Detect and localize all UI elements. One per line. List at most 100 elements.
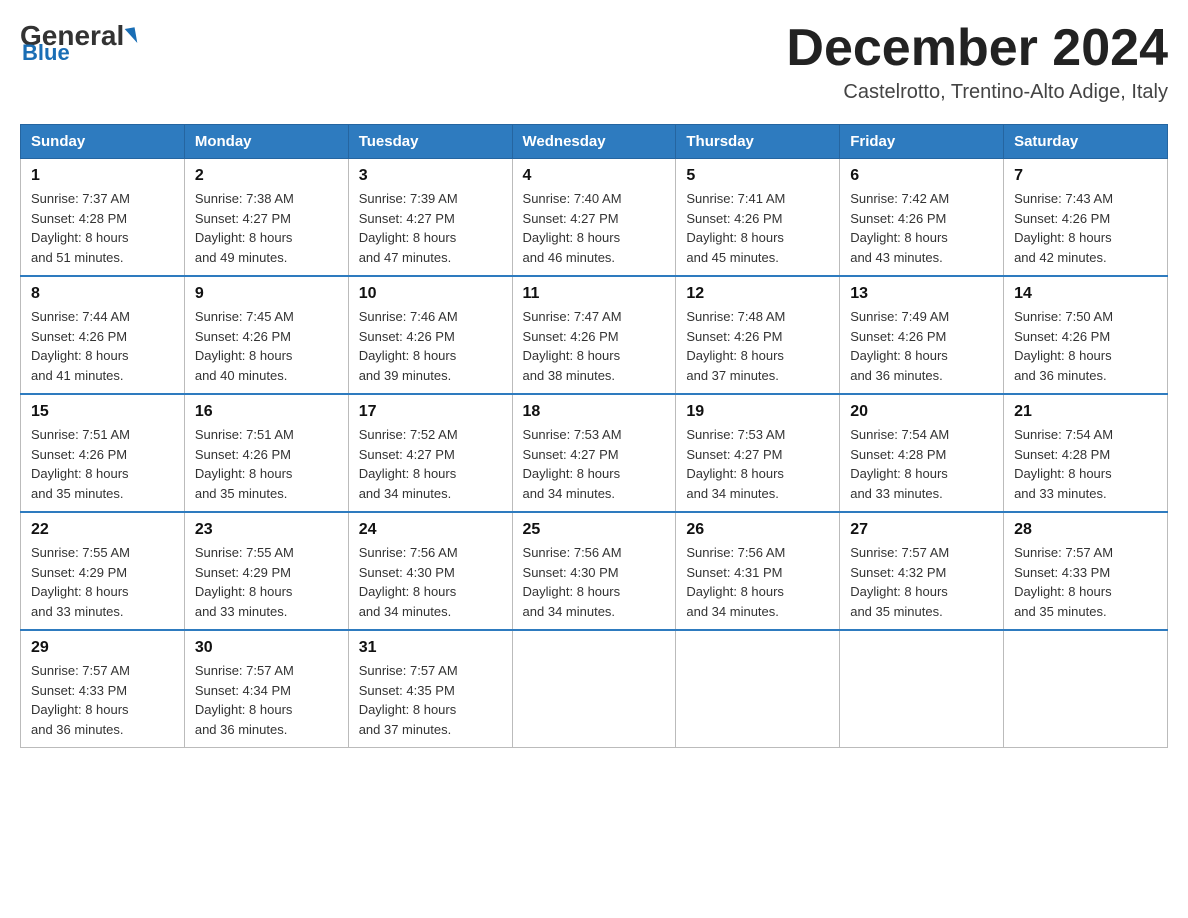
calendar-day-cell: 22 Sunrise: 7:55 AM Sunset: 4:29 PM Dayl… (21, 512, 185, 630)
page-header: General Blue December 2024 Castelrotto, … (20, 20, 1168, 104)
day-info: Sunrise: 7:55 AM Sunset: 4:29 PM Dayligh… (195, 543, 338, 621)
calendar-day-header: Tuesday (348, 125, 512, 159)
day-number: 28 (1014, 521, 1157, 539)
day-info: Sunrise: 7:37 AM Sunset: 4:28 PM Dayligh… (31, 189, 174, 267)
day-info: Sunrise: 7:51 AM Sunset: 4:26 PM Dayligh… (31, 425, 174, 503)
day-number: 10 (359, 285, 502, 303)
day-info: Sunrise: 7:41 AM Sunset: 4:26 PM Dayligh… (686, 189, 829, 267)
calendar-day-cell (1004, 630, 1168, 748)
calendar-day-cell: 31 Sunrise: 7:57 AM Sunset: 4:35 PM Dayl… (348, 630, 512, 748)
calendar-day-cell: 2 Sunrise: 7:38 AM Sunset: 4:27 PM Dayli… (184, 159, 348, 277)
day-info: Sunrise: 7:57 AM Sunset: 4:33 PM Dayligh… (31, 661, 174, 739)
calendar-day-cell: 24 Sunrise: 7:56 AM Sunset: 4:30 PM Dayl… (348, 512, 512, 630)
day-number: 3 (359, 167, 502, 185)
day-number: 22 (31, 521, 174, 539)
calendar-day-cell: 8 Sunrise: 7:44 AM Sunset: 4:26 PM Dayli… (21, 276, 185, 394)
logo-blue-text: Blue (22, 40, 70, 66)
day-number: 1 (31, 167, 174, 185)
day-number: 20 (850, 403, 993, 421)
day-number: 29 (31, 639, 174, 657)
calendar-day-cell: 4 Sunrise: 7:40 AM Sunset: 4:27 PM Dayli… (512, 159, 676, 277)
day-number: 8 (31, 285, 174, 303)
calendar-day-cell: 13 Sunrise: 7:49 AM Sunset: 4:26 PM Dayl… (840, 276, 1004, 394)
day-info: Sunrise: 7:50 AM Sunset: 4:26 PM Dayligh… (1014, 307, 1157, 385)
calendar-day-cell: 19 Sunrise: 7:53 AM Sunset: 4:27 PM Dayl… (676, 394, 840, 512)
day-number: 9 (195, 285, 338, 303)
day-info: Sunrise: 7:38 AM Sunset: 4:27 PM Dayligh… (195, 189, 338, 267)
day-number: 12 (686, 285, 829, 303)
day-number: 15 (31, 403, 174, 421)
calendar-day-cell: 21 Sunrise: 7:54 AM Sunset: 4:28 PM Dayl… (1004, 394, 1168, 512)
day-info: Sunrise: 7:43 AM Sunset: 4:26 PM Dayligh… (1014, 189, 1157, 267)
day-info: Sunrise: 7:53 AM Sunset: 4:27 PM Dayligh… (523, 425, 666, 503)
calendar-week-row: 1 Sunrise: 7:37 AM Sunset: 4:28 PM Dayli… (21, 159, 1168, 277)
calendar-header-row: SundayMondayTuesdayWednesdayThursdayFrid… (21, 125, 1168, 159)
day-info: Sunrise: 7:48 AM Sunset: 4:26 PM Dayligh… (686, 307, 829, 385)
calendar-day-cell: 11 Sunrise: 7:47 AM Sunset: 4:26 PM Dayl… (512, 276, 676, 394)
calendar-day-header: Monday (184, 125, 348, 159)
calendar-day-cell: 6 Sunrise: 7:42 AM Sunset: 4:26 PM Dayli… (840, 159, 1004, 277)
calendar-day-cell: 12 Sunrise: 7:48 AM Sunset: 4:26 PM Dayl… (676, 276, 840, 394)
day-number: 6 (850, 167, 993, 185)
calendar-day-cell: 17 Sunrise: 7:52 AM Sunset: 4:27 PM Dayl… (348, 394, 512, 512)
calendar-day-cell (840, 630, 1004, 748)
calendar-week-row: 8 Sunrise: 7:44 AM Sunset: 4:26 PM Dayli… (21, 276, 1168, 394)
day-info: Sunrise: 7:54 AM Sunset: 4:28 PM Dayligh… (1014, 425, 1157, 503)
day-number: 21 (1014, 403, 1157, 421)
day-info: Sunrise: 7:55 AM Sunset: 4:29 PM Dayligh… (31, 543, 174, 621)
day-number: 4 (523, 167, 666, 185)
logo: General Blue (20, 20, 136, 66)
day-number: 31 (359, 639, 502, 657)
calendar-day-cell: 9 Sunrise: 7:45 AM Sunset: 4:26 PM Dayli… (184, 276, 348, 394)
day-info: Sunrise: 7:54 AM Sunset: 4:28 PM Dayligh… (850, 425, 993, 503)
day-number: 14 (1014, 285, 1157, 303)
day-info: Sunrise: 7:53 AM Sunset: 4:27 PM Dayligh… (686, 425, 829, 503)
day-info: Sunrise: 7:40 AM Sunset: 4:27 PM Dayligh… (523, 189, 666, 267)
calendar-day-cell: 25 Sunrise: 7:56 AM Sunset: 4:30 PM Dayl… (512, 512, 676, 630)
calendar-day-header: Wednesday (512, 125, 676, 159)
calendar-day-header: Sunday (21, 125, 185, 159)
day-number: 13 (850, 285, 993, 303)
calendar-week-row: 29 Sunrise: 7:57 AM Sunset: 4:33 PM Dayl… (21, 630, 1168, 748)
day-number: 18 (523, 403, 666, 421)
calendar-table: SundayMondayTuesdayWednesdayThursdayFrid… (20, 124, 1168, 748)
calendar-day-cell: 14 Sunrise: 7:50 AM Sunset: 4:26 PM Dayl… (1004, 276, 1168, 394)
day-number: 25 (523, 521, 666, 539)
location-text: Castelrotto, Trentino-Alto Adige, Italy (786, 81, 1168, 104)
day-info: Sunrise: 7:56 AM Sunset: 4:30 PM Dayligh… (523, 543, 666, 621)
day-number: 5 (686, 167, 829, 185)
calendar-day-cell (512, 630, 676, 748)
calendar-day-cell: 18 Sunrise: 7:53 AM Sunset: 4:27 PM Dayl… (512, 394, 676, 512)
day-info: Sunrise: 7:57 AM Sunset: 4:32 PM Dayligh… (850, 543, 993, 621)
calendar-day-cell: 29 Sunrise: 7:57 AM Sunset: 4:33 PM Dayl… (21, 630, 185, 748)
title-area: December 2024 Castelrotto, Trentino-Alto… (786, 20, 1168, 104)
day-info: Sunrise: 7:56 AM Sunset: 4:30 PM Dayligh… (359, 543, 502, 621)
day-number: 27 (850, 521, 993, 539)
calendar-week-row: 22 Sunrise: 7:55 AM Sunset: 4:29 PM Dayl… (21, 512, 1168, 630)
day-number: 11 (523, 285, 666, 303)
calendar-day-cell: 27 Sunrise: 7:57 AM Sunset: 4:32 PM Dayl… (840, 512, 1004, 630)
calendar-day-cell: 20 Sunrise: 7:54 AM Sunset: 4:28 PM Dayl… (840, 394, 1004, 512)
day-number: 2 (195, 167, 338, 185)
day-number: 30 (195, 639, 338, 657)
calendar-day-cell: 3 Sunrise: 7:39 AM Sunset: 4:27 PM Dayli… (348, 159, 512, 277)
calendar-week-row: 15 Sunrise: 7:51 AM Sunset: 4:26 PM Dayl… (21, 394, 1168, 512)
calendar-day-cell: 7 Sunrise: 7:43 AM Sunset: 4:26 PM Dayli… (1004, 159, 1168, 277)
day-number: 19 (686, 403, 829, 421)
calendar-day-cell: 23 Sunrise: 7:55 AM Sunset: 4:29 PM Dayl… (184, 512, 348, 630)
day-number: 23 (195, 521, 338, 539)
calendar-day-cell: 30 Sunrise: 7:57 AM Sunset: 4:34 PM Dayl… (184, 630, 348, 748)
logo-triangle-icon (125, 27, 138, 44)
day-info: Sunrise: 7:51 AM Sunset: 4:26 PM Dayligh… (195, 425, 338, 503)
day-info: Sunrise: 7:45 AM Sunset: 4:26 PM Dayligh… (195, 307, 338, 385)
day-info: Sunrise: 7:57 AM Sunset: 4:35 PM Dayligh… (359, 661, 502, 739)
day-number: 7 (1014, 167, 1157, 185)
day-info: Sunrise: 7:46 AM Sunset: 4:26 PM Dayligh… (359, 307, 502, 385)
day-number: 24 (359, 521, 502, 539)
day-info: Sunrise: 7:47 AM Sunset: 4:26 PM Dayligh… (523, 307, 666, 385)
month-title: December 2024 (786, 20, 1168, 77)
day-info: Sunrise: 7:56 AM Sunset: 4:31 PM Dayligh… (686, 543, 829, 621)
calendar-day-header: Thursday (676, 125, 840, 159)
calendar-day-cell: 28 Sunrise: 7:57 AM Sunset: 4:33 PM Dayl… (1004, 512, 1168, 630)
calendar-day-cell: 10 Sunrise: 7:46 AM Sunset: 4:26 PM Dayl… (348, 276, 512, 394)
